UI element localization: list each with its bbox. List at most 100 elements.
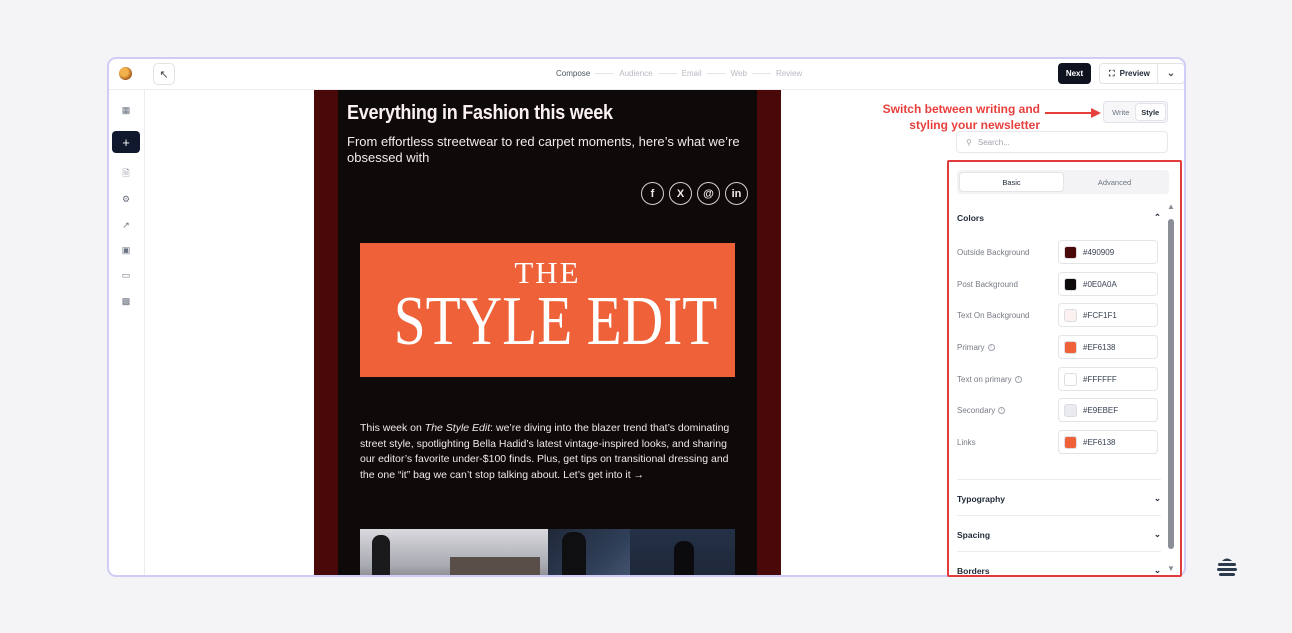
color-value: #490909: [1083, 247, 1115, 257]
preview-label: Preview: [1119, 69, 1150, 78]
step-compose[interactable]: Compose: [556, 69, 590, 78]
email-post: Everything in Fashion this week From eff…: [338, 90, 757, 575]
color-label: Text On Background: [957, 310, 1030, 320]
color-swatch[interactable]: [1064, 277, 1077, 291]
color-value: #FCF1F1: [1083, 310, 1117, 320]
search-icon: ⚲: [966, 137, 972, 147]
step-email[interactable]: Email: [682, 69, 702, 78]
grid-icon[interactable]: ▦: [118, 102, 134, 118]
step-divider: [751, 73, 771, 74]
social-links: f X @ in: [641, 182, 748, 205]
typography-section-header[interactable]: Typography ⌄: [957, 493, 1161, 504]
tab-basic[interactable]: Basic: [960, 173, 1063, 191]
color-row-text-on-primary: Text on primary i #FFFFFF: [957, 367, 1161, 391]
color-label: Links: [957, 437, 976, 447]
desktop-icon[interactable]: ▭: [118, 267, 134, 283]
color-input[interactable]: #0E0A0A: [1058, 272, 1158, 296]
facebook-icon[interactable]: f: [641, 182, 664, 205]
color-swatch[interactable]: [1064, 245, 1077, 259]
back-button[interactable]: ↖: [153, 63, 175, 85]
style-tabs: Basic Advanced: [957, 170, 1169, 194]
color-row-post-background: Post Background #0E0A0A: [957, 272, 1161, 296]
preview-button-group: ⛶ Preview ⌄: [1099, 63, 1184, 84]
info-icon[interactable]: i: [987, 343, 995, 351]
color-label: Text on primary i: [957, 375, 1058, 384]
write-mode-button[interactable]: Write: [1106, 104, 1136, 120]
style-search-input[interactable]: ⚲ Search...: [956, 131, 1168, 153]
expand-icon: ⛶: [1109, 68, 1115, 78]
color-input[interactable]: #490909: [1058, 240, 1158, 264]
annotation-callout: Switch between writing and styling your …: [858, 102, 1040, 133]
color-swatch[interactable]: [1064, 308, 1077, 322]
scroll-up-icon[interactable]: ▲: [1167, 202, 1175, 211]
spacing-section-header[interactable]: Spacing ⌄: [957, 529, 1161, 540]
color-value: #0E0A0A: [1083, 279, 1117, 289]
color-row-links: Links #EF6138: [957, 430, 1161, 454]
color-input[interactable]: #EF6138: [1058, 430, 1158, 454]
x-icon[interactable]: X: [669, 182, 692, 205]
workspace-logo[interactable]: [119, 67, 132, 80]
color-row-text-on-background: Text On Background #FCF1F1: [957, 303, 1161, 327]
style-panel: Basic Advanced Colors ⌃ Outside Backgrou…: [947, 160, 1182, 577]
threads-icon[interactable]: @: [697, 182, 720, 205]
email-subtitle[interactable]: From effortless streetwear to red carpet…: [347, 134, 757, 166]
color-label: Primary i: [957, 343, 1058, 352]
color-row-primary: Primary i #EF6138: [957, 335, 1161, 359]
chevron-down-icon: ⌄: [1166, 68, 1176, 79]
email-outside-background: Everything in Fashion this week From eff…: [314, 90, 781, 575]
email-title[interactable]: Everything in Fashion this week: [347, 102, 613, 125]
color-swatch[interactable]: [1064, 435, 1077, 449]
photo-row[interactable]: [360, 529, 735, 575]
beehiiv-logo-icon: [1217, 558, 1237, 576]
hero-banner[interactable]: THE STYLE EDIT: [360, 243, 735, 377]
email-body-text[interactable]: This week on The Style Edit: we’re divin…: [360, 421, 742, 483]
monitor-check-icon[interactable]: ▣: [118, 242, 134, 258]
photo-red-carpet: [630, 529, 735, 575]
hero-line-2: STYLE EDIT: [393, 283, 718, 360]
annotation-arrow-icon: [1045, 108, 1101, 118]
write-style-toggle: Write Style: [1103, 101, 1168, 123]
color-value: #FFFFFF: [1083, 374, 1117, 384]
color-label: Post Background: [957, 279, 1018, 289]
add-block-button[interactable]: +: [112, 131, 140, 153]
borders-section-header[interactable]: Borders ⌄: [957, 565, 1161, 576]
color-swatch[interactable]: [1064, 340, 1077, 354]
scrollbar-thumb[interactable]: [1168, 219, 1174, 549]
photo-street-style: [360, 529, 548, 575]
body-prefix: This week on: [360, 422, 425, 434]
bug-icon[interactable]: ⚙: [118, 191, 134, 207]
preview-dropdown-toggle[interactable]: ⌄: [1158, 68, 1184, 79]
color-swatch[interactable]: [1064, 403, 1077, 417]
color-input[interactable]: #E9EBEF: [1058, 398, 1158, 422]
color-value: #EF6138: [1083, 437, 1116, 447]
linkedin-icon[interactable]: in: [725, 182, 748, 205]
color-value: #E9EBEF: [1083, 405, 1119, 415]
info-icon[interactable]: i: [998, 406, 1006, 414]
next-button[interactable]: Next: [1058, 63, 1091, 84]
section-divider: [957, 551, 1161, 552]
typography-heading: Typography: [957, 493, 1006, 504]
color-label: Secondary i: [957, 406, 1058, 415]
preview-button[interactable]: ⛶ Preview: [1100, 64, 1158, 83]
step-audience[interactable]: Audience: [619, 69, 652, 78]
document-icon[interactable]: 🗎: [118, 166, 134, 182]
panel-scrollbar[interactable]: ▲ ▼: [1167, 202, 1175, 575]
arrow-up-left-icon: ↖: [159, 68, 169, 81]
color-swatch[interactable]: [1064, 372, 1077, 386]
info-icon[interactable]: i: [1014, 375, 1022, 383]
scroll-down-icon[interactable]: ▼: [1167, 564, 1175, 573]
color-input[interactable]: #FCF1F1: [1058, 303, 1158, 327]
trending-icon[interactable]: ↗: [118, 217, 134, 233]
style-mode-button[interactable]: Style: [1135, 104, 1165, 120]
section-divider: [957, 479, 1161, 480]
color-input[interactable]: #EF6138: [1058, 335, 1158, 359]
colors-section-header[interactable]: Colors ⌃: [957, 212, 1161, 223]
tab-advanced[interactable]: Advanced: [1063, 173, 1166, 191]
step-web[interactable]: Web: [731, 69, 747, 78]
top-bar: ↖ Compose Audience Email Web Review Next…: [109, 59, 1184, 90]
borders-heading: Borders: [957, 565, 990, 576]
bar-chart-icon[interactable]: ▩: [118, 293, 134, 309]
step-divider: [657, 73, 677, 74]
step-review[interactable]: Review: [776, 69, 802, 78]
color-input[interactable]: #FFFFFF: [1058, 367, 1158, 391]
